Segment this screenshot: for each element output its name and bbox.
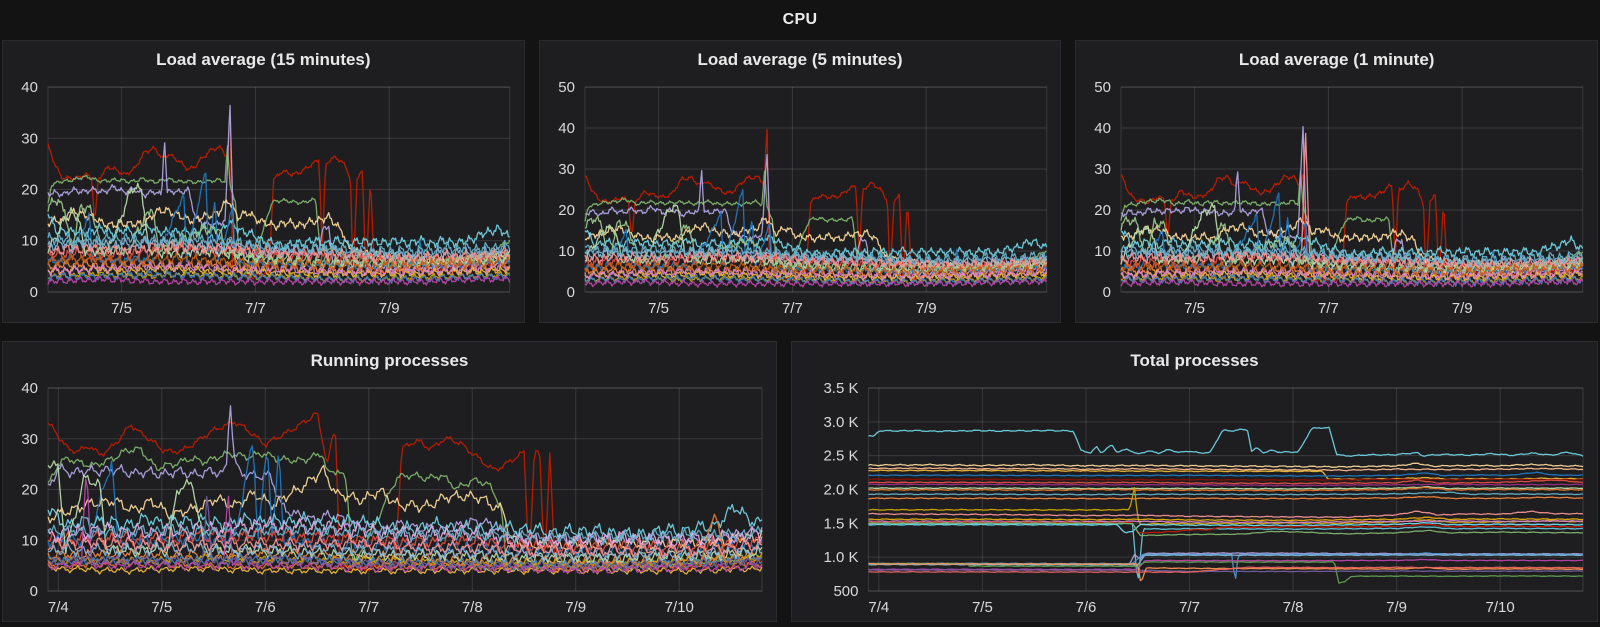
series-line	[868, 485, 1584, 490]
y-tick-label: 2.0 K	[823, 482, 858, 499]
panel-body: 0 10 20 30 40 50 7/5 7/7 7/9	[540, 75, 1061, 322]
y-tick-label: 0	[1103, 284, 1111, 301]
y-tick-label: 40	[21, 79, 38, 96]
chart-canvas-running-processes[interactable]: 0 10 20 30 40 7/4 7/5 7/6 7/7 7/8 7/9 7/10	[3, 376, 776, 621]
grafana-dashboard: CPU Load average (15 minutes) 0 10 20 30 40 7…	[0, 0, 1600, 627]
x-tick-label: 7/9	[915, 300, 936, 317]
series-line	[868, 495, 1584, 500]
y-tick-label: 20	[558, 202, 575, 219]
row-header-cpu[interactable]: CPU	[2, 0, 1598, 40]
x-tick-label: 7/5	[151, 599, 172, 616]
x-tick-label: 7/9	[1386, 599, 1407, 616]
x-tick-label: 7/9	[379, 300, 400, 317]
panel-body: 500 1.0 K 1.5 K 2.0 K 2.5 K 3.0 K 3.5 K 7/4 7/5 7…	[792, 376, 1597, 621]
x-tick-label: 7/4	[48, 599, 69, 616]
x-tick-label: 7/5	[111, 300, 132, 317]
y-tick-label: 10	[558, 243, 575, 260]
x-tick-label: 7/6	[1076, 599, 1097, 616]
y-tick-label: 0	[30, 583, 38, 600]
panel-title-total-processes[interactable]: Total processes	[792, 342, 1597, 376]
x-tick-label: 7/5	[1184, 300, 1205, 317]
x-tick-label: 7/8	[462, 599, 483, 616]
panel-body: 0 10 20 30 40 7/4 7/5 7/6 7/7 7/8 7/9 7/10	[3, 376, 776, 621]
y-tick-label: 1.0 K	[823, 549, 858, 566]
panel-title-load-average-1m[interactable]: Load average (1 minute)	[1076, 41, 1597, 75]
panel-title-running-processes[interactable]: Running processes	[3, 342, 776, 376]
panel-body: 0 10 20 30 40 50 7/5 7/7 7/9	[1076, 75, 1597, 322]
series-line	[868, 471, 1584, 478]
row-title: CPU	[782, 11, 818, 28]
x-tick-label: 7/5	[648, 300, 669, 317]
panel-load-average-5m: Load average (5 minutes) 0 10 20 30 40 50 7/5 7…	[538, 40, 1062, 323]
panel-body: 0 10 20 30 40 7/5 7/7 7/9	[3, 75, 524, 322]
y-tick-label: 30	[558, 161, 575, 178]
series-line	[868, 478, 1584, 481]
panel-running-processes: Running processes 0 10 20 30 40 7/4 7/5 7/6 7/7 7…	[2, 341, 777, 622]
series-line	[868, 483, 1584, 487]
panel-title-load-average-5m[interactable]: Load average (5 minutes)	[540, 41, 1061, 75]
x-tick-label: 7/6	[255, 599, 276, 616]
x-tick-label: 7/9	[1452, 300, 1473, 317]
series-line	[868, 510, 1584, 519]
x-tick-label: 7/7	[1318, 300, 1339, 317]
x-tick-label: 7/5	[972, 599, 993, 616]
y-tick-label: 3.5 K	[823, 380, 858, 397]
series-line	[868, 516, 1583, 522]
series-line	[868, 479, 1584, 485]
x-tick-label: 7/10	[665, 599, 694, 616]
x-tick-label: 7/7	[358, 599, 379, 616]
y-tick-label: 20	[21, 182, 38, 199]
top-panel-row: Load average (15 minutes) 0 10 20 30 40 7/5 7/…	[2, 40, 1599, 323]
x-tick-label: 7/8	[1283, 599, 1304, 616]
chart-canvas-total-processes[interactable]: 500 1.0 K 1.5 K 2.0 K 2.5 K 3.0 K 3.5 K 7/4 7/5 7…	[792, 376, 1597, 621]
y-tick-label: 50	[558, 79, 575, 96]
y-tick-label: 30	[1095, 161, 1112, 178]
y-tick-label: 20	[1095, 202, 1112, 219]
y-tick-label: 1.5 K	[823, 515, 858, 532]
y-tick-label: 40	[558, 120, 575, 137]
x-tick-label: 7/7	[245, 300, 266, 317]
y-tick-label: 0	[30, 284, 38, 301]
bottom-panel-row: Running processes 0 10 20 30 40 7/4 7/5 7/6 7/7 7…	[2, 341, 1598, 622]
y-tick-label: 500	[833, 583, 858, 600]
panel-load-average-1m: Load average (1 minute) 0 10 20 30 40 50 7/5 7/…	[1075, 40, 1599, 323]
y-tick-label: 3.0 K	[823, 414, 858, 431]
y-tick-label: 30	[21, 130, 38, 147]
series-line	[868, 462, 1584, 468]
series-line	[868, 426, 1584, 458]
y-tick-label: 20	[21, 482, 38, 499]
panel-total-processes: Total processes 500 1.0 K 1.5 K 2.0 K 2.5 K 3…	[791, 341, 1598, 622]
y-tick-label: 50	[1095, 79, 1112, 96]
chart-canvas-load-average-5m[interactable]: 0 10 20 30 40 50 7/5 7/7 7/9	[540, 75, 1061, 322]
panel-title-load-average-15m[interactable]: Load average (15 minutes)	[3, 41, 524, 75]
y-tick-label: 10	[21, 233, 38, 250]
y-tick-label: 10	[1095, 243, 1112, 260]
x-tick-label: 7/10	[1486, 599, 1515, 616]
y-tick-label: 10	[21, 532, 38, 549]
chart-canvas-load-average-15m[interactable]: 0 10 20 30 40 7/5 7/7 7/9	[3, 75, 524, 322]
panel-load-average-15m: Load average (15 minutes) 0 10 20 30 40 7/5 7/…	[2, 40, 525, 323]
x-tick-label: 7/7	[782, 300, 803, 317]
x-tick-label: 7/4	[868, 599, 889, 616]
x-tick-label: 7/7	[1179, 599, 1200, 616]
y-tick-label: 40	[21, 380, 38, 397]
y-tick-label: 30	[21, 431, 38, 448]
y-tick-label: 0	[566, 284, 574, 301]
x-tick-label: 7/9	[565, 599, 586, 616]
y-tick-label: 40	[1095, 120, 1112, 137]
chart-canvas-load-average-1m[interactable]: 0 10 20 30 40 50 7/5 7/7 7/9	[1076, 75, 1597, 322]
series-line	[868, 491, 1583, 496]
y-tick-label: 2.5 K	[823, 448, 858, 465]
